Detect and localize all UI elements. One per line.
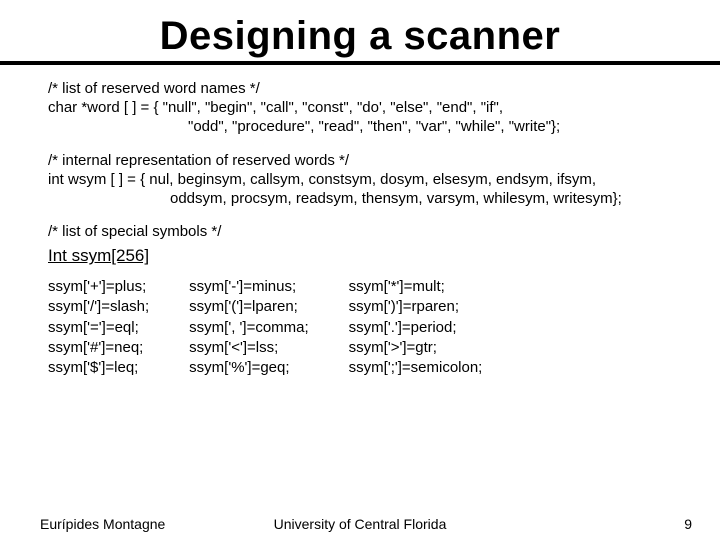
reserved-line1: char *word [ ] = { "null", "begin", "cal… xyxy=(48,98,682,117)
footer-affiliation: University of Central Florida xyxy=(0,516,720,532)
internal-line1: int wsym [ ] = { nul, beginsym, callsym,… xyxy=(48,170,682,189)
internal-line2: oddsym, procsym, readsym, thensym, varsy… xyxy=(48,189,682,208)
ssym-columns: ssym['+']=plus; ssym['/']=slash; ssym['=… xyxy=(48,277,682,378)
slide-body: /* list of reserved word names */ char *… xyxy=(0,65,720,378)
comment-internal: /* internal representation of reserved w… xyxy=(48,151,682,170)
slide: Designing a scanner /* list of reserved … xyxy=(0,0,720,540)
ssym-col2: ssym['-']=minus; ssym['(']=lparen; ssym[… xyxy=(189,277,309,378)
comment-reserved: /* list of reserved word names */ xyxy=(48,79,682,98)
page-number: 9 xyxy=(684,516,692,532)
comment-special: /* list of special symbols */ xyxy=(48,222,682,241)
reserved-line2: "odd", "procedure", "read", "then", "var… xyxy=(48,117,682,136)
reserved-words-block: /* list of reserved word names */ char *… xyxy=(48,79,682,137)
ssym-decl-text: Int ssym[256] xyxy=(48,246,149,265)
ssym-col1: ssym['+']=plus; ssym['/']=slash; ssym['=… xyxy=(48,277,149,378)
slide-title: Designing a scanner xyxy=(0,0,720,59)
internal-rep-block: /* internal representation of reserved w… xyxy=(48,151,682,209)
ssym-decl: Int ssym[256] xyxy=(48,245,682,267)
special-symbols-block: /* list of special symbols */ Int ssym[2… xyxy=(48,222,682,378)
ssym-col3: ssym['*']=mult; ssym[')']=rparen; ssym['… xyxy=(349,277,483,378)
